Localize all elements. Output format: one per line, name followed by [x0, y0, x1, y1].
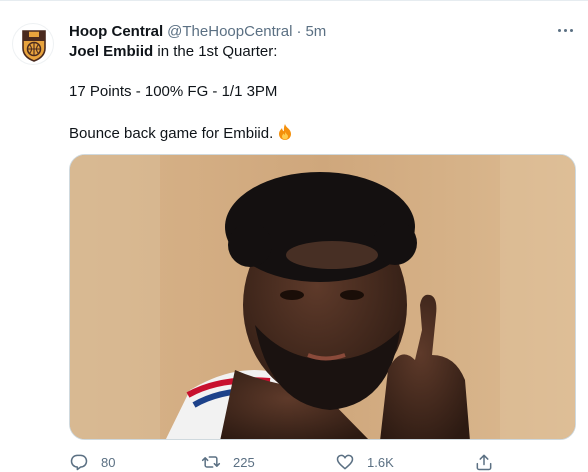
- display-name[interactable]: Hoop Central: [69, 22, 163, 42]
- separator-dot: ·: [296, 23, 302, 40]
- tweet-text-line-3: Bounce back game for Embiid.: [69, 123, 294, 147]
- line3-text: Bounce back game for Embiid.: [69, 125, 274, 142]
- avatar[interactable]: [12, 23, 54, 65]
- timestamp[interactable]: 5m: [305, 22, 326, 42]
- share-button[interactable]: [474, 452, 494, 472]
- reply-count: 80: [101, 454, 116, 470]
- retweet-button[interactable]: 225: [201, 452, 255, 472]
- like-icon: [336, 454, 354, 470]
- player-name: Joel Embiid: [69, 43, 154, 60]
- reply-button[interactable]: 80: [69, 452, 115, 472]
- like-button[interactable]: 1.6K: [335, 452, 394, 472]
- fire-emoji-icon: [276, 123, 294, 147]
- line1-rest: in the 1st Quarter:: [153, 43, 278, 60]
- user-handle[interactable]: @TheHoopCentral: [167, 22, 292, 42]
- tweet-actions: 80 225 1.6K: [69, 452, 576, 472]
- more-icon[interactable]: [554, 21, 576, 39]
- tweet-media-image[interactable]: [69, 154, 576, 440]
- retweet-icon: [201, 456, 221, 468]
- tweet-text-line-1: Joel Embiid in the 1st Quarter:: [69, 42, 277, 62]
- tweet-header: Hoop Central @TheHoopCentral · 5m: [69, 22, 326, 42]
- reply-icon: [70, 454, 88, 471]
- retweet-count: 225: [233, 454, 255, 470]
- tweet[interactable]: Hoop Central @TheHoopCentral · 5m Joel E…: [0, 0, 588, 472]
- tweet-text-line-2: 17 Points - 100% FG - 1/1 3PM: [69, 83, 278, 100]
- embiid-photo: [70, 155, 575, 439]
- hoop-central-logo-icon: [22, 30, 46, 62]
- like-count: 1.6K: [367, 454, 394, 470]
- share-icon: [476, 454, 492, 471]
